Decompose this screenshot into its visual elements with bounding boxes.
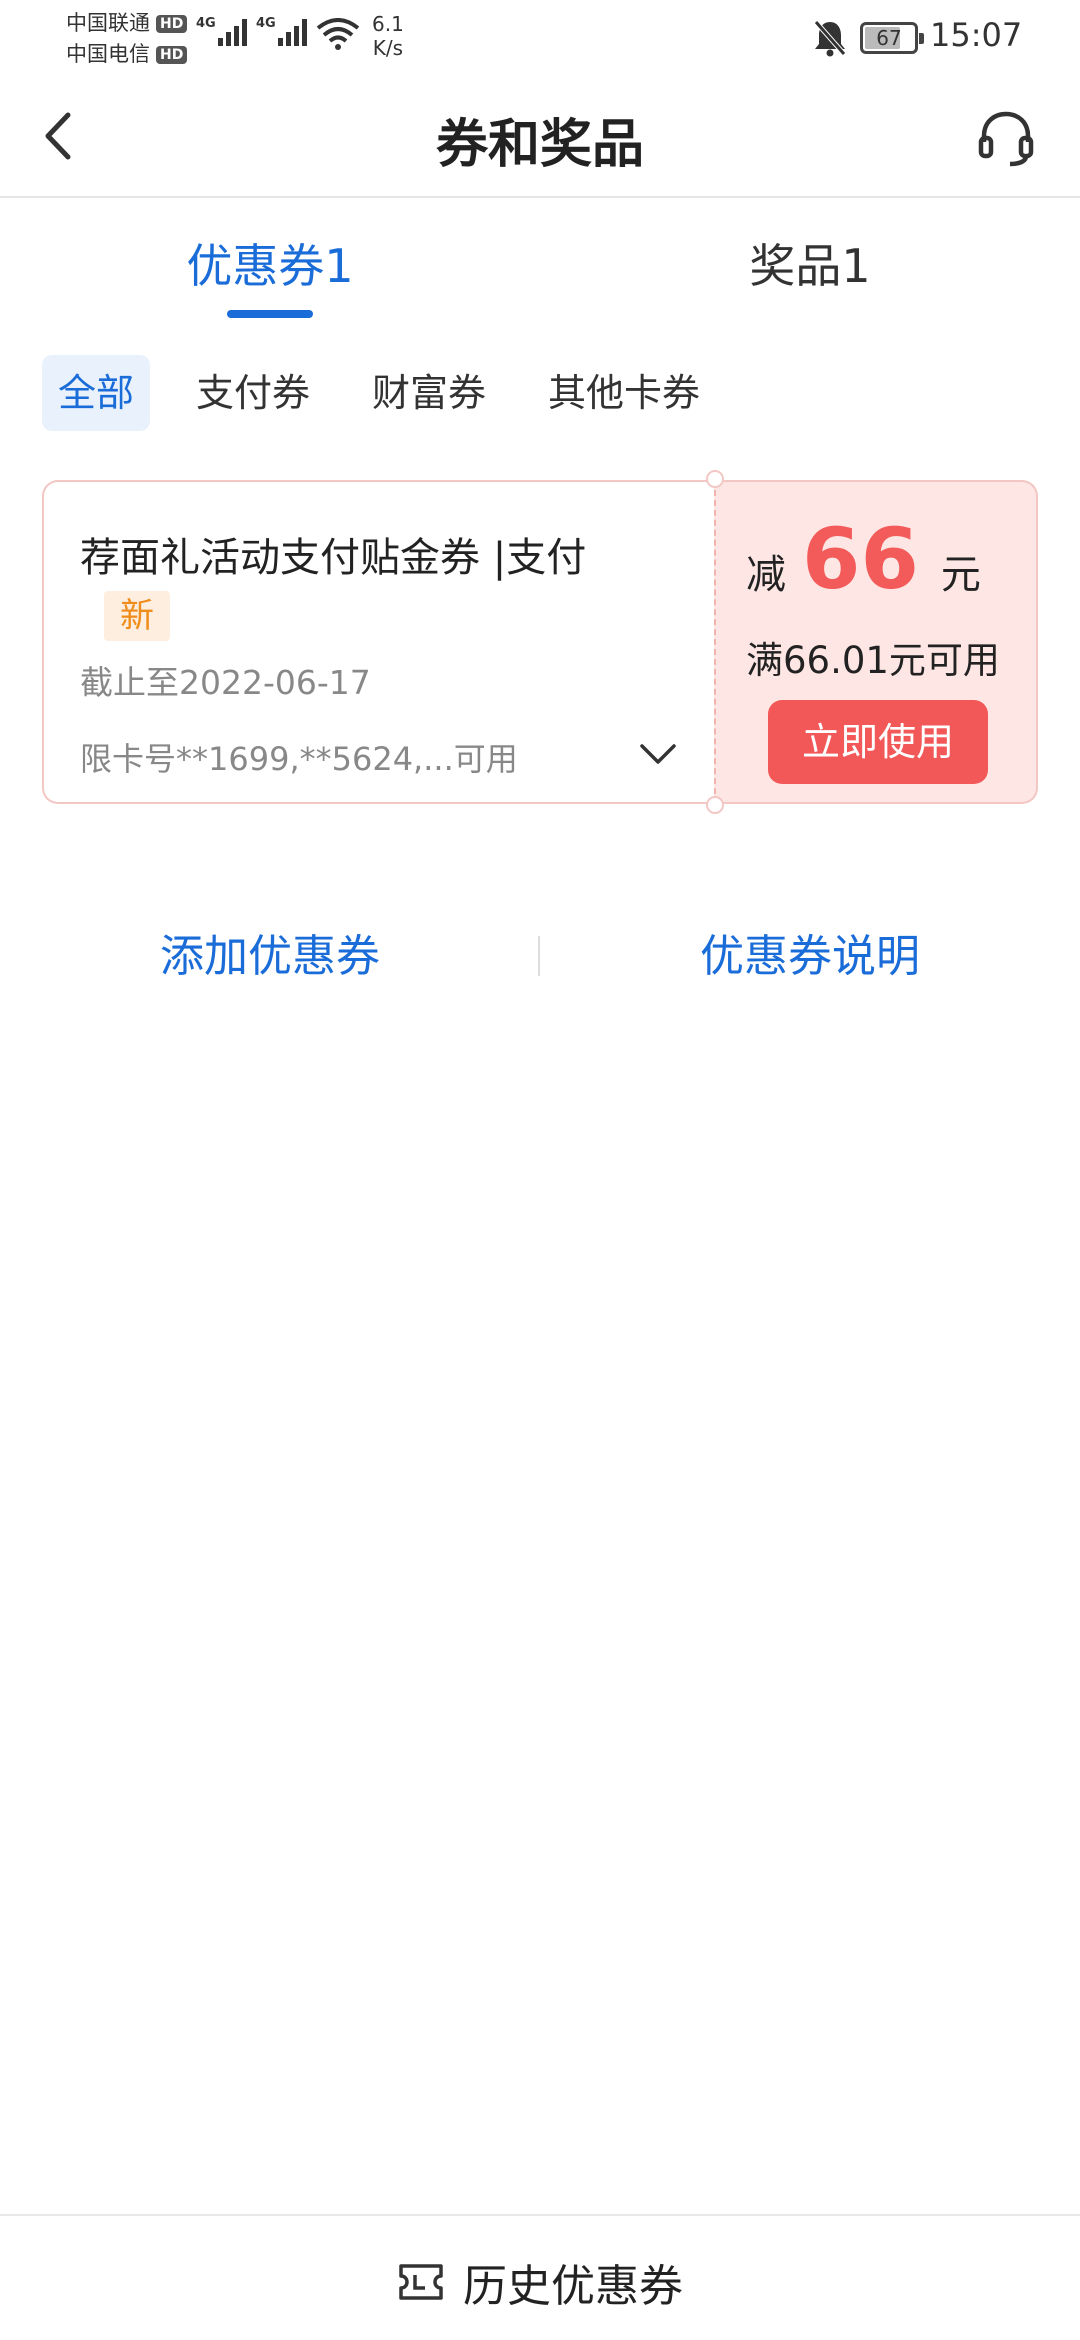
discount: 减 66 元 <box>746 510 981 608</box>
filter-chips: 全部 支付券 财富券 其他卡券 <box>42 355 716 431</box>
battery-level: 67 <box>876 26 902 50</box>
page-title: 券和奖品 <box>435 115 644 175</box>
header: 券和奖品 <box>0 80 1080 198</box>
coupon-name: 荐面礼活动支付贴金券 |支付 新 <box>80 530 690 642</box>
mute-bell-icon <box>814 20 846 57</box>
use-now-button[interactable]: 立即使用 <box>768 700 988 784</box>
filter-wealth[interactable]: 财富券 <box>356 355 502 431</box>
history-coupons-label: 历史优惠券 <box>463 2261 683 2312</box>
coupon-card-restriction: 限卡号**1699,**5624,...可用 <box>80 740 518 778</box>
coupon-info: 荐面礼活动支付贴金券 |支付 新 截止至2022-06-17 限卡号**1699… <box>42 480 714 804</box>
coupon-description-link[interactable]: 优惠券说明 <box>610 920 1010 984</box>
signal-icon-1: 4G <box>196 16 247 46</box>
carrier-info: 中国联通 HD 中国电信 HD <box>66 8 188 70</box>
discount-unit: 元 <box>940 552 981 598</box>
battery-icon: 67 <box>860 22 924 54</box>
headset-icon <box>978 111 1034 167</box>
coupon-notch-top <box>706 470 724 488</box>
signal-icon-2: 4G <box>256 16 307 46</box>
bottom-bar: 历史优惠券 <box>0 2214 1080 2340</box>
usage-threshold: 满66.01元可用 <box>746 639 1000 682</box>
coupon-value: 减 66 元 满66.01元可用 立即使用 <box>714 480 1038 804</box>
expand-button[interactable] <box>636 736 680 772</box>
customer-service-button[interactable] <box>976 108 1036 168</box>
coupon-expiry: 截止至2022-06-17 <box>80 663 371 702</box>
hd-badge-2: HD <box>156 45 188 64</box>
discount-amount: 66 <box>802 510 919 608</box>
links-divider <box>538 936 540 976</box>
tab-active-indicator <box>227 310 313 318</box>
clock: 15:07 <box>930 16 1023 54</box>
filter-payment[interactable]: 支付券 <box>180 355 326 431</box>
tab-prizes[interactable]: 奖品1 <box>660 230 960 296</box>
wifi-icon <box>316 18 360 50</box>
discount-prefix: 减 <box>746 552 786 598</box>
ticket-icon <box>399 2264 443 2300</box>
coupon-card[interactable]: 荐面礼活动支付贴金券 |支付 新 截止至2022-06-17 限卡号**1699… <box>42 470 1038 814</box>
coupon-links: 添加优惠券 优惠券说明 <box>0 920 1080 990</box>
carrier-1: 中国联通 <box>66 11 150 35</box>
net-speed: 6.1 K/s <box>372 12 404 60</box>
filter-all[interactable]: 全部 <box>42 355 151 431</box>
status-bar: 中国联通 HD 中国电信 HD 4G 4G 6.1 K/s 67 15:07 <box>0 0 1080 80</box>
new-badge: 新 <box>104 591 170 641</box>
add-coupon-link[interactable]: 添加优惠券 <box>70 920 470 984</box>
coupon-title: 荐面礼活动支付贴金券 |支付 <box>80 535 587 581</box>
hd-badge-1: HD <box>156 14 188 33</box>
history-coupons-button[interactable]: 历史优惠券 <box>0 2250 1080 2314</box>
carrier-2: 中国电信 <box>66 42 150 66</box>
coupon-notch-bottom <box>706 796 724 814</box>
filter-other[interactable]: 其他卡券 <box>532 355 716 431</box>
tab-bar: 优惠券1 奖品1 <box>0 230 1080 320</box>
tab-coupons[interactable]: 优惠券1 <box>120 230 420 296</box>
chevron-down-icon <box>640 744 676 764</box>
